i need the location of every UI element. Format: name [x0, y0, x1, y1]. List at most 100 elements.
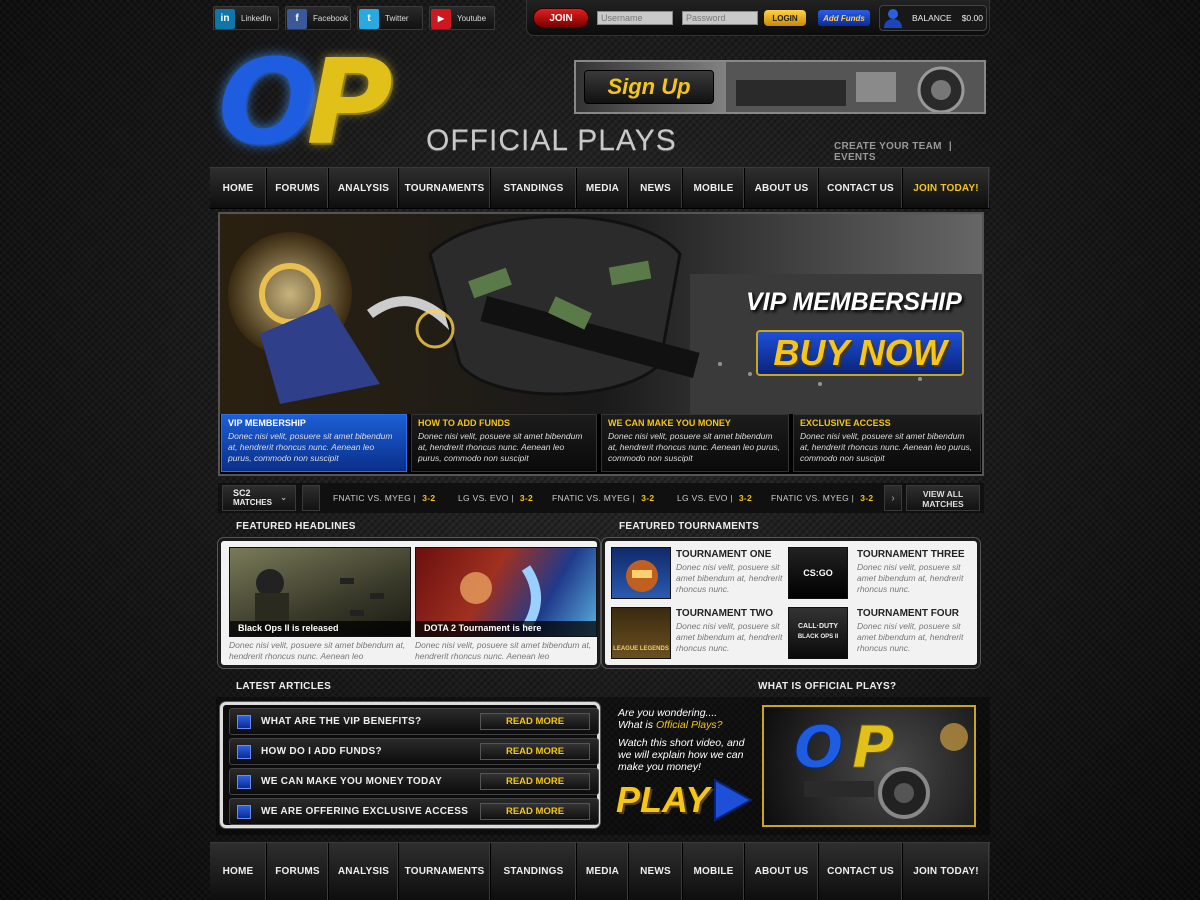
tournament-text: Donec nisi velit, posuere sit amet biben…	[676, 562, 783, 594]
svg-text:O: O	[794, 713, 843, 781]
read-more-button[interactable]: READ MORE	[480, 773, 590, 790]
match-item[interactable]: LG VS. EVO | 3-2	[458, 483, 533, 513]
footer-nav-join[interactable]: JOIN TODAY!	[903, 843, 989, 900]
article-row[interactable]: HOW DO I ADD FUNDS? READ MORE	[229, 738, 599, 765]
what-line2b: Official Plays?	[655, 719, 723, 731]
what-heading: WHAT IS OFFICIAL PLAYS?	[758, 681, 897, 692]
what-intro: Are you wondering.... What is Official P…	[618, 707, 758, 773]
buy-now-button[interactable]: BUY NOW	[756, 330, 964, 376]
footer-nav-about[interactable]: ABOUT US	[745, 843, 819, 900]
tournament-text: Donec nisi velit, posuere sit amet biben…	[676, 621, 783, 653]
footer-nav-tournaments[interactable]: TOURNAMENTS	[399, 843, 491, 900]
match-item[interactable]: LG VS. EVO | 3-2	[677, 483, 752, 513]
articles-heading: LATEST ARTICLES	[236, 681, 332, 692]
view-all-matches-button[interactable]: VIEW ALL MATCHES	[906, 485, 980, 511]
nav-home[interactable]: HOME	[210, 168, 267, 208]
nav-standings[interactable]: STANDINGS	[491, 168, 577, 208]
headline-thumb[interactable]: Black Ops II is released	[229, 547, 411, 637]
article-row[interactable]: WE ARE OFFERING EXCLUSIVE ACCESS READ MOR…	[229, 798, 599, 825]
logo-letters: OP	[218, 33, 393, 171]
tournaments-heading: FEATURED TOURNAMENTS	[619, 521, 760, 532]
match-item[interactable]: FNATIC VS. MYEG | 3-2	[552, 483, 654, 513]
chevron-down-icon: ⌄	[280, 493, 287, 502]
play-label: PLAY	[616, 779, 710, 820]
article-row[interactable]: WE CAN MAKE YOU MONEY TODAY READ MORE	[229, 768, 599, 795]
article-bullet-icon	[237, 714, 251, 729]
card-make-money[interactable]: WE CAN MAKE YOU MONEY Donec nisi velit, …	[601, 414, 789, 472]
nav-news[interactable]: NEWS	[629, 168, 683, 208]
article-title: WE ARE OFFERING EXCLUSIVE ACCESS	[261, 806, 469, 817]
footer-nav-contact[interactable]: CONTACT US	[819, 843, 903, 900]
nav-join[interactable]: JOIN TODAY!	[903, 168, 989, 208]
events-link[interactable]: EVENTS	[834, 152, 876, 163]
tournament-title[interactable]: TOURNAMENT THREE	[857, 549, 965, 560]
article-bullet-icon	[237, 774, 251, 789]
nav-analysis[interactable]: ANALYSIS	[329, 168, 399, 208]
read-more-button[interactable]: READ MORE	[480, 743, 590, 760]
read-more-button[interactable]: READ MORE	[480, 803, 590, 820]
article-row[interactable]: WHAT ARE THE VIP BENEFITS? READ MORE	[229, 708, 599, 735]
card-title: HOW TO ADD FUNDS	[418, 418, 510, 428]
add-funds-button[interactable]: Add Funds	[818, 10, 870, 26]
chevron-right-icon[interactable]: ›	[884, 485, 902, 511]
footer-nav-media[interactable]: MEDIA	[577, 843, 629, 900]
card-exclusive[interactable]: EXCLUSIVE ACCESS Donec nisi velit, posue…	[793, 414, 981, 472]
footer-nav-home[interactable]: HOME	[210, 843, 267, 900]
join-button[interactable]: JOIN	[533, 8, 589, 28]
match-score: 3-2	[738, 493, 753, 503]
footer-nav-forums[interactable]: FORUMS	[267, 843, 329, 900]
play-button[interactable]: PLAY	[616, 778, 754, 822]
login-button[interactable]: LOGIN	[764, 10, 806, 26]
balance-label: BALANCE	[912, 13, 952, 23]
card-vip[interactable]: VIP MEMBERSHIP Donec nisi velit, posuere…	[221, 414, 407, 472]
tournament-title[interactable]: TOURNAMENT TWO	[676, 608, 773, 619]
match-teams: LG VS. EVO |	[677, 493, 733, 503]
tournament-title[interactable]: TOURNAMENT FOUR	[857, 608, 959, 619]
match-item[interactable]: FNATIC VS. MYEG | 3-2	[771, 483, 873, 513]
nav-mobile[interactable]: MOBILE	[683, 168, 745, 208]
play-arrow-icon	[714, 778, 754, 822]
signup-banner[interactable]: Sign Up	[574, 60, 986, 114]
tournament-title[interactable]: TOURNAMENT ONE	[676, 549, 771, 560]
youtube-button[interactable]: ▶ Youtube	[429, 6, 495, 30]
signup-button[interactable]: Sign Up	[584, 70, 714, 104]
game-select[interactable]: SC2 MATCHES ⌄	[222, 485, 296, 511]
main-nav: HOME FORUMS ANALYSIS TOURNAMENTS STANDIN…	[210, 167, 990, 209]
card-add-funds[interactable]: HOW TO ADD FUNDS Donec nisi velit, posue…	[411, 414, 597, 472]
twitter-button[interactable]: t Twitter	[357, 6, 423, 30]
tournament-thumb-csgo[interactable]: CS:GO	[788, 547, 848, 599]
headline-text: Donec nisi velit, posuere sit amet biben…	[415, 640, 592, 661]
linkedin-button[interactable]: in LinkedIn	[213, 6, 279, 30]
article-title: HOW DO I ADD FUNDS?	[261, 746, 382, 757]
footer-nav-mobile[interactable]: MOBILE	[683, 843, 745, 900]
match-item[interactable]: FNATIC VS. MYEG | 3-2	[333, 483, 435, 513]
footer-nav-standings[interactable]: STANDINGS	[491, 843, 577, 900]
headline-thumb[interactable]: DOTA 2 Tournament is here	[415, 547, 597, 637]
create-team-link[interactable]: CREATE YOUR TEAM	[834, 141, 942, 152]
ticker-prev-button[interactable]	[302, 485, 320, 511]
nav-media[interactable]: MEDIA	[577, 168, 629, 208]
csgo-logo: CS:GO	[803, 568, 833, 578]
nav-contact[interactable]: CONTACT US	[819, 168, 903, 208]
card-text: Donec nisi velit, posuere sit amet biben…	[608, 431, 781, 463]
card-title: EXCLUSIVE ACCESS	[800, 418, 891, 428]
nav-tournaments[interactable]: TOURNAMENTS	[399, 168, 491, 208]
tournament-thumb-sc2[interactable]	[611, 547, 671, 599]
read-more-button[interactable]: READ MORE	[480, 713, 590, 730]
nav-forums[interactable]: FORUMS	[267, 168, 329, 208]
footer-nav-analysis[interactable]: ANALYSIS	[329, 843, 399, 900]
headlines-panel: Black Ops II is released Donec nisi veli…	[218, 538, 600, 668]
video-thumbnail[interactable]: O P	[762, 705, 976, 827]
twitter-label: Twitter	[385, 13, 409, 23]
footer-nav-news[interactable]: NEWS	[629, 843, 683, 900]
username-input[interactable]	[597, 11, 673, 25]
password-input[interactable]	[682, 11, 758, 25]
card-text: Donec nisi velit, posuere sit amet biben…	[228, 431, 393, 463]
match-teams: LG VS. EVO |	[458, 493, 514, 503]
nav-about[interactable]: ABOUT US	[745, 168, 819, 208]
tournament-thumb-lol[interactable]: LEAGUE LEGENDS	[611, 607, 671, 659]
facebook-button[interactable]: f Facebook	[285, 6, 351, 30]
tournament-thumb-blackops[interactable]: CALL·DUTY BLACK OPS II	[788, 607, 848, 659]
article-title: WE CAN MAKE YOU MONEY TODAY	[261, 776, 443, 787]
match-teams: FNATIC VS. MYEG |	[771, 493, 855, 503]
